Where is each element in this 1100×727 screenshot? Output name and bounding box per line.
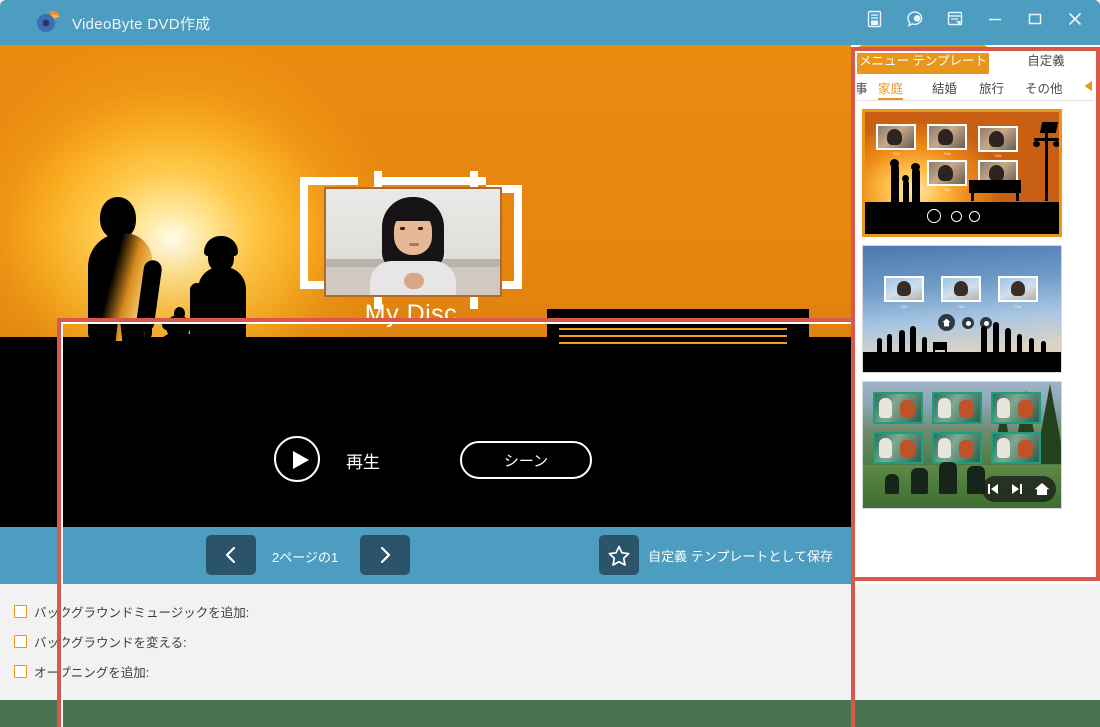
playback-controls <box>982 476 1056 502</box>
menu-preview-canvas[interactable]: My Disc 再生 シーン <box>0 45 851 527</box>
minimize-icon[interactable] <box>986 10 1006 30</box>
disc-thumbnail-frame[interactable] <box>300 171 522 309</box>
template-category-tabs: 事 家庭 結婚 旅行 その他 <box>851 74 1100 101</box>
template-panel-tabs: メニュー テンプレート 自定義 <box>851 45 1100 74</box>
template-caption: Title <box>927 187 967 192</box>
page-navigation-bar: 2ページの1 自定義 テンプレートとして保存 <box>0 527 851 584</box>
play-triangle-icon <box>293 451 309 469</box>
save-as-template-button[interactable]: 自定義 テンプレートとして保存 <box>599 535 833 575</box>
bgm-row: バックグラウンドミュージックを追加: <box>14 600 249 622</box>
template-caption: Title <box>876 151 916 156</box>
subtab-event[interactable]: 事 <box>855 76 868 98</box>
template-thumbnail-blue-beach[interactable]: Title Title Title <box>862 245 1062 373</box>
template-panel: メニュー テンプレート 自定義 事 家庭 結婚 旅行 その他 Title Tit… <box>851 45 1100 584</box>
bgm-label: バックグラウンドミュージックを追加: <box>34 602 249 621</box>
maximize-icon[interactable] <box>1026 10 1046 30</box>
close-icon[interactable] <box>1066 10 1086 30</box>
opening-checkbox[interactable] <box>14 665 27 678</box>
next-icon <box>969 211 980 222</box>
template-caption: Title <box>941 304 981 309</box>
register-icon[interactable] <box>866 10 886 30</box>
title-bar: VideoByte DVD作成 <box>0 0 1100 45</box>
tab-custom[interactable]: 自定義 <box>1001 45 1091 74</box>
subtab-wedding[interactable]: 結婚 <box>932 76 957 98</box>
template-thumbnail-sunset-family[interactable]: Title Title Title Title Title <box>862 109 1062 237</box>
prev-page-button[interactable] <box>206 535 256 575</box>
ground-silhouette <box>0 337 851 527</box>
save-as-template-label: 自定義 テンプレートとして保存 <box>648 546 833 565</box>
template-caption: Title <box>884 304 924 309</box>
chevron-left-icon <box>224 545 238 565</box>
scene-button[interactable]: シーン <box>460 441 592 479</box>
feedback-icon[interactable] <box>906 10 926 30</box>
home-icon <box>1034 482 1050 496</box>
bottom-settings-panel: バックグラウンドミュージックを追加: ... 循環 すべてのページに応用 バック… <box>0 584 1100 700</box>
triangle-left-icon[interactable] <box>1082 79 1096 98</box>
next-track-icon <box>1011 484 1022 494</box>
note-icon[interactable] <box>946 10 966 30</box>
page-indicator: 2ページの1 <box>272 547 338 566</box>
subtab-family[interactable]: 家庭 <box>878 76 903 100</box>
template-thumbnail-list[interactable]: Title Title Title Title Title <box>851 101 1100 584</box>
application-window: VideoByte DVD作成 <box>0 0 1100 700</box>
background-checkbox[interactable] <box>14 635 27 648</box>
subtab-other[interactable]: その他 <box>1025 76 1063 98</box>
template-thumbnail-forest-meadow[interactable] <box>862 381 1062 509</box>
background-row: バックグラウンドを変える: <box>14 630 187 652</box>
titlebar-icons <box>866 10 1086 30</box>
play-label[interactable]: 再生 <box>346 448 380 473</box>
next-page-button[interactable] <box>360 535 410 575</box>
star-icon <box>599 535 639 575</box>
home-icon <box>938 314 955 331</box>
opening-row: オープニングを追加: <box>14 660 149 682</box>
prev-icon <box>951 211 962 222</box>
disc-title-text[interactable]: My Disc <box>300 300 522 329</box>
chevron-right-icon <box>378 545 392 565</box>
template-caption: Title <box>998 304 1038 309</box>
background-label: バックグラウンドを変える: <box>34 632 187 651</box>
template-caption: Title <box>978 153 1018 158</box>
subtab-travel[interactable]: 旅行 <box>979 76 1004 98</box>
app-logo-icon <box>36 10 62 34</box>
opening-label: オープニングを追加: <box>34 662 149 681</box>
home-icon <box>927 209 941 223</box>
template-caption: Title <box>927 151 967 156</box>
window-title: VideoByte DVD作成 <box>72 13 210 34</box>
bgm-checkbox[interactable] <box>14 605 27 618</box>
play-button[interactable] <box>274 436 320 482</box>
tab-menu-template[interactable]: メニュー テンプレート <box>857 45 989 74</box>
prev-track-icon <box>988 484 999 494</box>
disc-thumbnail-photo <box>324 187 502 297</box>
prev-icon <box>962 317 974 329</box>
